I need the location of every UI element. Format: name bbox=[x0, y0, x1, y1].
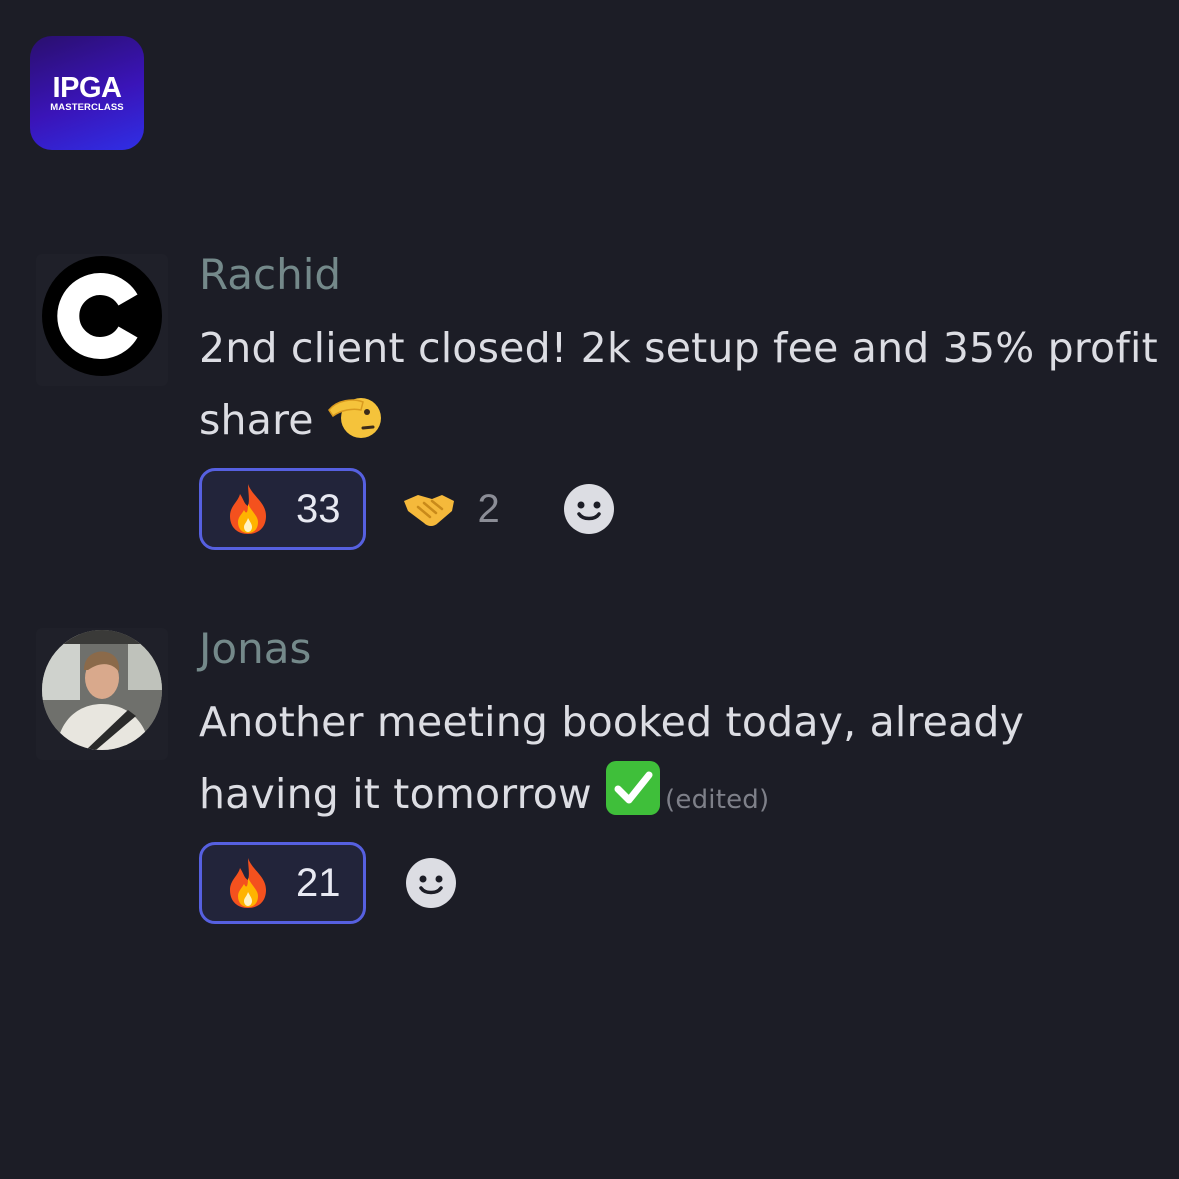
saluting-face-icon bbox=[327, 392, 383, 464]
fire-icon bbox=[230, 858, 266, 908]
chat-screen: IPGA MASTERCLASS Rachid 2nd client close… bbox=[0, 0, 1179, 1179]
message-text: Another meeting booked today, already ha… bbox=[199, 686, 1159, 838]
author-name[interactable]: Rachid bbox=[199, 250, 341, 299]
add-reaction-button[interactable] bbox=[405, 858, 456, 908]
logo-subtitle: MASTERCLASS bbox=[50, 101, 124, 113]
handshake-icon bbox=[403, 495, 454, 526]
user-photo-icon bbox=[42, 630, 162, 750]
check-mark-button-icon bbox=[605, 760, 661, 838]
avatar-container bbox=[36, 254, 168, 386]
reaction-fire[interactable]: 33 bbox=[199, 468, 366, 550]
reaction-count: 21 bbox=[296, 860, 341, 905]
avatar[interactable] bbox=[42, 256, 162, 376]
smiley-icon bbox=[405, 858, 456, 908]
c-logo-icon bbox=[57, 273, 138, 359]
logo-title: IPGA bbox=[52, 71, 122, 104]
reaction-fire[interactable]: 21 bbox=[199, 842, 366, 924]
edited-label: (edited) bbox=[665, 785, 770, 815]
ipga-masterclass-logo: IPGA MASTERCLASS bbox=[30, 36, 144, 150]
author-name[interactable]: Jonas bbox=[199, 624, 311, 673]
reactions-row: 21 bbox=[199, 842, 456, 924]
fire-icon bbox=[230, 484, 266, 534]
message-text: 2nd client closed! 2k setup fee and 35% … bbox=[199, 312, 1159, 464]
add-reaction-button[interactable] bbox=[563, 484, 614, 534]
reaction-count: 2 bbox=[477, 486, 500, 531]
avatar[interactable] bbox=[42, 630, 162, 750]
reactions-row: 33 2 bbox=[199, 468, 614, 550]
reaction-handshake[interactable]: 2 bbox=[366, 468, 524, 550]
avatar-container bbox=[36, 628, 168, 760]
smiley-icon bbox=[563, 484, 614, 534]
reaction-count: 33 bbox=[296, 486, 341, 531]
